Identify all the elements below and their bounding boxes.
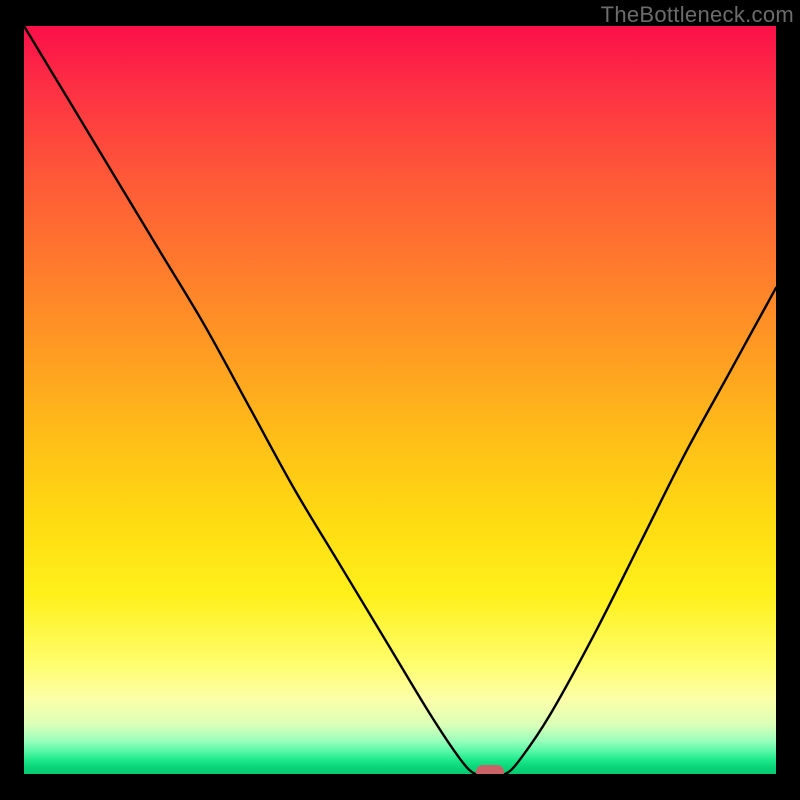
bottleneck-curve xyxy=(24,26,776,774)
chart-frame: TheBottleneck.com xyxy=(0,0,800,800)
plot-area xyxy=(24,26,776,774)
watermark-text: TheBottleneck.com xyxy=(601,2,794,28)
optimal-marker xyxy=(476,765,504,774)
